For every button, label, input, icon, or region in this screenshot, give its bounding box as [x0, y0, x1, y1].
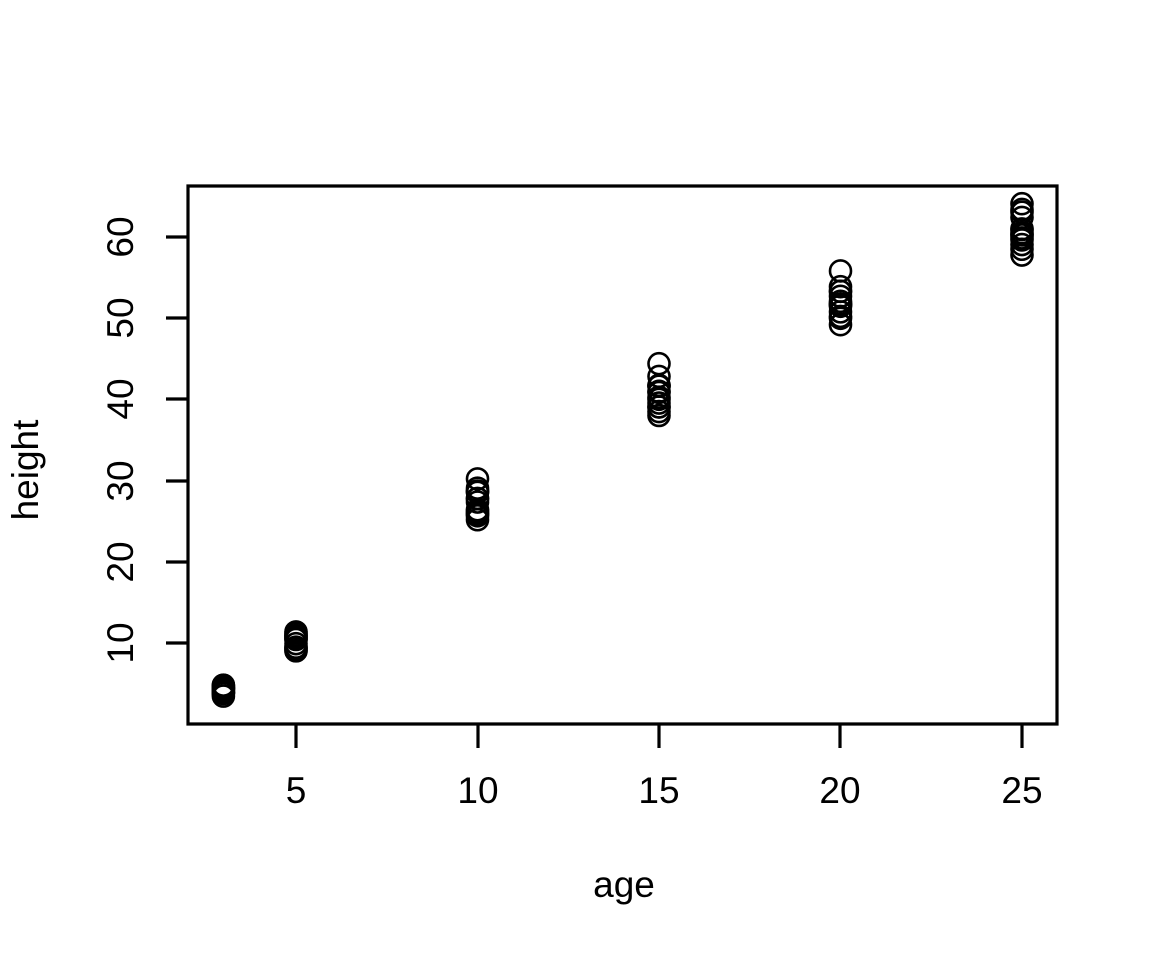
x-tick-label-10: 10: [457, 770, 498, 811]
x-tick-label-25: 25: [1001, 770, 1042, 811]
y-tick-label-60: 60: [100, 216, 141, 257]
y-tick-label-40: 40: [100, 378, 141, 419]
x-axis-title: age: [593, 864, 655, 905]
y-axis-title: height: [5, 419, 46, 521]
y-tick-label-50: 50: [100, 297, 141, 338]
x-tick-label-5: 5: [286, 770, 307, 811]
chart-canvas: 10 20 30 40 50 60 5 10 15 20 25 age heig…: [0, 0, 1152, 960]
y-tick-label-20: 20: [100, 541, 141, 582]
x-tick-label-20: 20: [819, 770, 860, 811]
scatter-plot-figure: 10 20 30 40 50 60 5 10 15 20 25 age heig…: [0, 0, 1152, 960]
y-tick-label-10: 10: [100, 622, 141, 663]
x-tick-label-15: 15: [638, 770, 679, 811]
y-tick-label-30: 30: [100, 460, 141, 501]
